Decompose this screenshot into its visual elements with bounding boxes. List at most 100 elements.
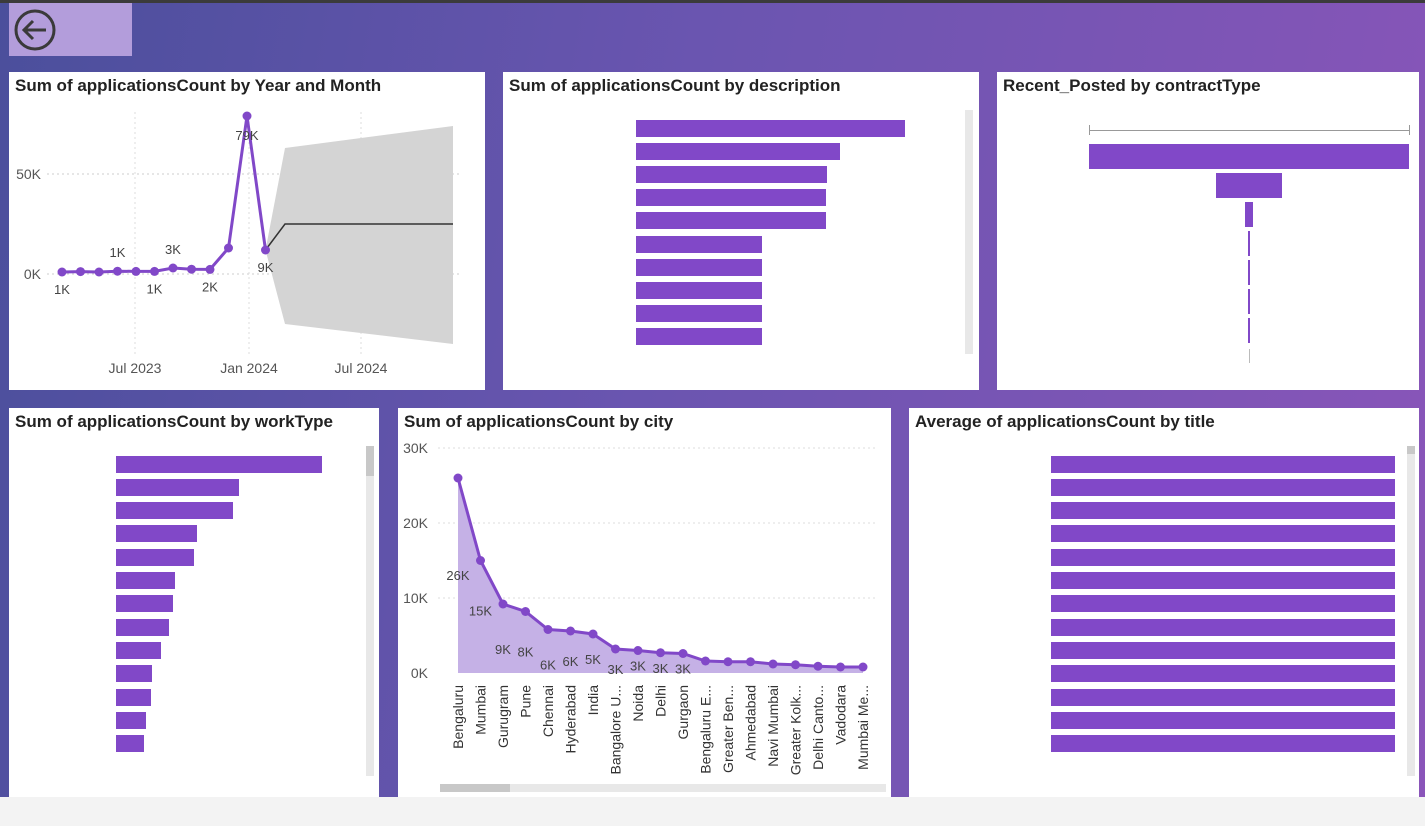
data-label: 3K bbox=[675, 662, 691, 677]
data-point bbox=[633, 646, 643, 655]
data-point bbox=[476, 556, 485, 565]
data-point bbox=[588, 629, 598, 639]
scrollbar-thumb[interactable] bbox=[440, 784, 510, 792]
back-button[interactable] bbox=[9, 3, 132, 56]
x-axis-category-label: Hyderabad bbox=[563, 685, 579, 754]
bar bbox=[1051, 665, 1395, 683]
panel-title: Sum of applicationsCount by description bbox=[509, 76, 841, 95]
x-axis-category-label: Bengaluru bbox=[450, 685, 466, 749]
bar bbox=[116, 665, 152, 683]
data-label: 6K bbox=[563, 654, 579, 669]
x-axis-tick: Jul 2024 bbox=[335, 360, 388, 376]
bar bbox=[116, 618, 170, 636]
bar bbox=[116, 548, 194, 566]
y-axis-tick: 10K bbox=[403, 590, 429, 606]
worktype-panel[interactable]: Sum of applicationsCount by workType bbox=[9, 408, 379, 798]
x-axis-tick: Jan 2024 bbox=[220, 360, 278, 376]
bar bbox=[116, 455, 323, 473]
data-point bbox=[836, 662, 845, 672]
x-axis-category-label: Ahmedabad bbox=[743, 685, 759, 761]
bar bbox=[116, 595, 173, 613]
status-bar bbox=[0, 797, 1425, 826]
x-axis-category-label: Bangalore U... bbox=[608, 685, 624, 775]
bar bbox=[116, 641, 162, 659]
data-label: 3K bbox=[630, 659, 646, 674]
bar bbox=[1051, 711, 1395, 729]
data-point bbox=[701, 656, 710, 666]
data-label: 8K bbox=[518, 645, 534, 660]
data-point bbox=[224, 243, 233, 253]
bar bbox=[1051, 572, 1395, 589]
x-axis-category-label: Pune bbox=[518, 685, 534, 718]
forecast-band bbox=[265, 126, 453, 344]
bar bbox=[1051, 688, 1395, 706]
data-label: 15K bbox=[469, 604, 492, 619]
data-point bbox=[205, 264, 215, 274]
x-axis-category-label: Bengaluru E... bbox=[698, 685, 714, 774]
vertical-scrollbar[interactable] bbox=[366, 446, 374, 776]
bar bbox=[1051, 502, 1395, 520]
x-axis-category-label: Navi Mumbai bbox=[765, 685, 781, 767]
x-axis-category-label: Vadodara bbox=[833, 685, 849, 745]
x-axis-category-label: Delhi bbox=[653, 685, 669, 717]
vertical-scrollbar[interactable] bbox=[965, 110, 973, 354]
contract-type-panel[interactable]: Recent_Posted by contractType bbox=[997, 72, 1419, 390]
y-axis-tick: 20K bbox=[403, 515, 429, 531]
data-point bbox=[723, 657, 733, 667]
data-point bbox=[187, 264, 196, 274]
funnel-bottom-stem bbox=[1249, 349, 1250, 363]
data-point bbox=[168, 263, 178, 273]
window-top-border bbox=[0, 0, 1425, 3]
year-month-panel[interactable]: Sum of applicationsCount by Year and Mon… bbox=[9, 72, 485, 390]
bar bbox=[1051, 478, 1395, 496]
funnel-bar bbox=[1248, 288, 1250, 314]
city-panel[interactable]: Sum of applicationsCount by city 0K 10K 20… bbox=[398, 408, 891, 798]
x-axis-category-label: Delhi Canto... bbox=[810, 685, 826, 770]
scrollbar-thumb[interactable] bbox=[366, 446, 374, 476]
description-panel[interactable]: Sum of applicationsCount by description bbox=[503, 72, 979, 390]
vertical-scrollbar[interactable] bbox=[1407, 446, 1415, 776]
panel-title: Sum of applicationsCount by workType bbox=[15, 412, 333, 431]
data-point bbox=[543, 625, 553, 634]
bar bbox=[1051, 641, 1395, 659]
title-average-panel[interactable]: Average of applicationsCount by title bbox=[909, 408, 1419, 798]
x-axis-category-label: Greater Ben... bbox=[720, 685, 736, 773]
bar bbox=[116, 688, 151, 706]
x-axis-tick: Jul 2023 bbox=[109, 360, 162, 376]
bar bbox=[636, 328, 763, 346]
data-point bbox=[57, 267, 67, 277]
bar bbox=[116, 711, 147, 729]
bar bbox=[636, 305, 763, 323]
bar bbox=[636, 281, 763, 299]
scrollbar-thumb[interactable] bbox=[1407, 446, 1415, 454]
bracket-end bbox=[1409, 125, 1410, 135]
y-axis-tick: 0K bbox=[24, 266, 42, 282]
bar bbox=[636, 119, 905, 137]
bar bbox=[636, 142, 840, 160]
x-axis-category-label: Gurgaon bbox=[675, 685, 691, 739]
panel-title: Recent_Posted by contractType bbox=[1003, 76, 1261, 95]
data-point bbox=[768, 659, 778, 669]
data-point bbox=[76, 267, 85, 277]
funnel-bar bbox=[1248, 317, 1250, 343]
data-label: 9K bbox=[495, 642, 511, 657]
horizontal-scrollbar[interactable] bbox=[440, 784, 886, 792]
x-axis-category-label: Chennai bbox=[540, 685, 556, 737]
city-chart: 0K 10K 20K 30K 26K Bengaluru 15K Mumbai 9K Gurugr… bbox=[403, 440, 878, 775]
y-axis-tick: 30K bbox=[403, 440, 429, 456]
bar bbox=[116, 735, 144, 753]
data-label: 5K bbox=[585, 652, 601, 667]
bar bbox=[116, 572, 176, 589]
bar bbox=[636, 235, 763, 253]
data-point bbox=[656, 648, 665, 658]
bar bbox=[116, 478, 239, 496]
data-point bbox=[521, 607, 530, 616]
funnel-bar bbox=[1089, 143, 1409, 169]
bar bbox=[636, 189, 826, 207]
panel-title: Average of applicationsCount by title bbox=[915, 412, 1215, 431]
x-axis-category-label: Mumbai Me... bbox=[855, 685, 871, 770]
x-axis-category-label: Gurugram bbox=[495, 685, 511, 748]
data-point bbox=[858, 662, 868, 672]
funnel-bar bbox=[1215, 172, 1283, 198]
year-month-chart: 0K 50K Jul 2023 Jan 2024 Jul 2024 1K 1K 1K 3K 2K 7… bbox=[16, 111, 459, 376]
